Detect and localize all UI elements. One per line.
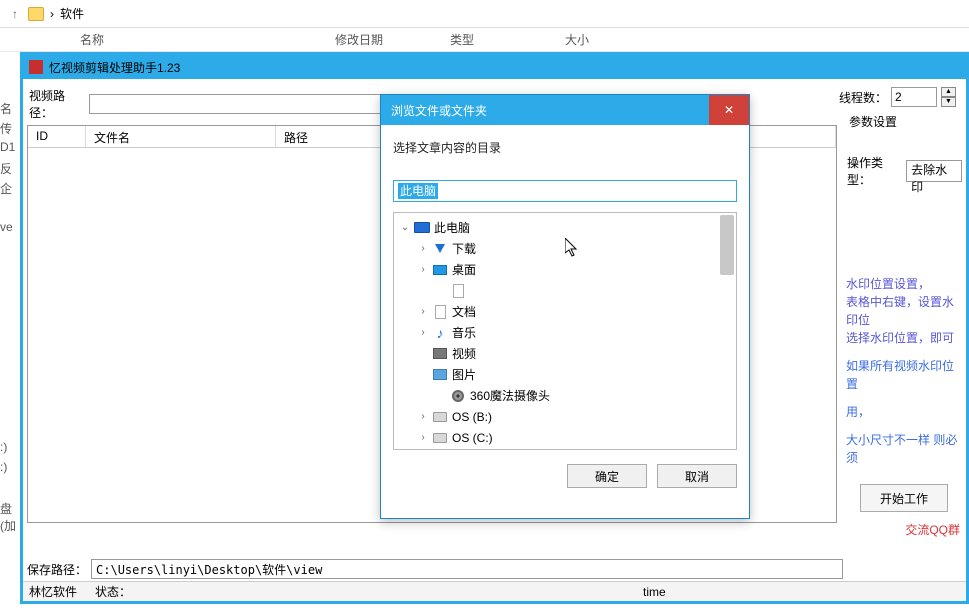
help-text: 水印位置设置， 表格中右键，设置水印位 选择水印位置，即可 如果所有视频水印位置… (846, 275, 964, 467)
col-name[interactable]: 名称 (80, 31, 335, 48)
breadcrumb-sep: › (50, 7, 54, 21)
status-brand: 林忆软件 (29, 583, 77, 600)
qq-group-link[interactable]: 交流QQ群 (905, 521, 960, 538)
dialog-title-bar[interactable]: 浏览文件或文件夹 ✕ (381, 95, 749, 125)
status-state: 状态： (95, 583, 131, 600)
app-icon (29, 60, 43, 74)
desk-icon (432, 263, 448, 277)
tree-item-label: OS (B:) (452, 410, 492, 424)
params-panel: 参数设置 操作类型： 去除水印 (847, 109, 962, 188)
folder-tree[interactable]: ⌄ 此电脑 › 下载 › 桌面 › 文档 › ♪ 音乐视频图片 360魔法摄像头 › OS (B:) › OS… (393, 212, 737, 450)
pic-icon (432, 368, 448, 382)
tree-item-label: OS (C:) (452, 431, 493, 445)
tree-item-label: 文档 (452, 303, 476, 320)
ok-button[interactable]: 确定 (567, 464, 647, 488)
close-button[interactable]: ✕ (709, 95, 749, 125)
tree-item[interactable]: 视频 (394, 343, 736, 364)
video-icon (432, 347, 448, 361)
save-path-label: 保存路径： (27, 561, 87, 578)
folder-icon (28, 7, 44, 21)
tree-item-label: 桌面 (452, 261, 476, 278)
thread-label: 线程数： (839, 89, 887, 106)
op-type-select[interactable]: 去除水印 (906, 160, 962, 182)
chevron-icon[interactable]: › (418, 432, 428, 443)
tree-item[interactable]: ⌄ 此电脑 (394, 217, 736, 238)
tree-item[interactable]: 图片 (394, 364, 736, 385)
left-edge-labels: 名传D1 反企ve :):)盘 (加 (0, 100, 18, 520)
close-icon: ✕ (724, 103, 734, 117)
col-modified[interactable]: 修改日期 (335, 31, 450, 48)
tree-scrollbar[interactable] (720, 215, 734, 447)
th-id[interactable]: ID (28, 126, 86, 147)
tree-item-label: 音乐 (452, 324, 476, 341)
chevron-icon[interactable]: › (418, 327, 428, 338)
up-arrow-icon[interactable]: ↑ (8, 7, 22, 21)
save-path-input[interactable] (91, 559, 843, 579)
dialog-path-input[interactable]: 此电脑 (393, 180, 737, 202)
tree-item[interactable]: › 下载 (394, 238, 736, 259)
doc-icon (450, 284, 466, 298)
status-bar: 林忆软件 状态： time (23, 581, 966, 601)
start-button[interactable]: 开始工作 (860, 484, 948, 512)
cam-icon (450, 389, 466, 403)
tree-item[interactable]: › 桌面 (394, 259, 736, 280)
thread-input[interactable] (891, 87, 937, 107)
chevron-icon[interactable]: ⌄ (400, 222, 410, 233)
th-filename[interactable]: 文件名 (86, 126, 276, 147)
browse-dialog: 浏览文件或文件夹 ✕ 选择文章内容的目录 此电脑 ⌄ 此电脑 › 下载 › 桌面 › 文档 › ♪… (380, 94, 750, 519)
chevron-icon[interactable]: › (418, 264, 428, 275)
title-bar[interactable]: 忆视频剪辑处理助手1.23 (23, 55, 966, 79)
explorer-breadcrumb-bar: ↑ › 软件 (0, 0, 969, 28)
cancel-button[interactable]: 取消 (657, 464, 737, 488)
op-type-label: 操作类型： (847, 154, 902, 188)
tree-item-label: 视频 (452, 345, 476, 362)
chevron-icon[interactable]: › (418, 243, 428, 254)
doc-icon (432, 305, 448, 319)
tree-item-label: 此电脑 (434, 219, 470, 236)
app-title: 忆视频剪辑处理助手1.23 (49, 59, 180, 76)
col-size[interactable]: 大小 (565, 31, 645, 48)
drive-icon (432, 431, 448, 445)
dialog-instruction: 选择文章内容的目录 (393, 139, 737, 156)
tree-item[interactable]: › ♪ 音乐 (394, 322, 736, 343)
thread-spinner[interactable]: ▲▼ (941, 87, 956, 107)
breadcrumb-current[interactable]: 软件 (60, 5, 84, 22)
tree-item-label: 下载 (452, 240, 476, 257)
status-time: time (643, 585, 666, 599)
tree-item[interactable]: › 文档 (394, 301, 736, 322)
video-path-label: 视频路径： (27, 87, 85, 121)
tree-item[interactable] (394, 280, 736, 301)
tree-item-label: 360魔法摄像头 (470, 387, 550, 404)
drive-icon (432, 410, 448, 424)
dl-icon (432, 242, 448, 256)
tree-item[interactable]: 360魔法摄像头 (394, 385, 736, 406)
chevron-icon[interactable]: › (418, 411, 428, 422)
chevron-icon[interactable]: › (418, 306, 428, 317)
tree-item-label: 图片 (452, 366, 476, 383)
explorer-column-headers: 名称 修改日期 类型 大小 (0, 28, 969, 52)
col-type[interactable]: 类型 (450, 31, 565, 48)
music-icon: ♪ (432, 326, 448, 340)
tree-item[interactable]: › OS (B:) (394, 406, 736, 427)
pc-icon (414, 221, 430, 235)
params-title: 参数设置 (847, 109, 962, 134)
tree-item[interactable]: › OS (C:) (394, 427, 736, 448)
dialog-title: 浏览文件或文件夹 (391, 102, 487, 119)
